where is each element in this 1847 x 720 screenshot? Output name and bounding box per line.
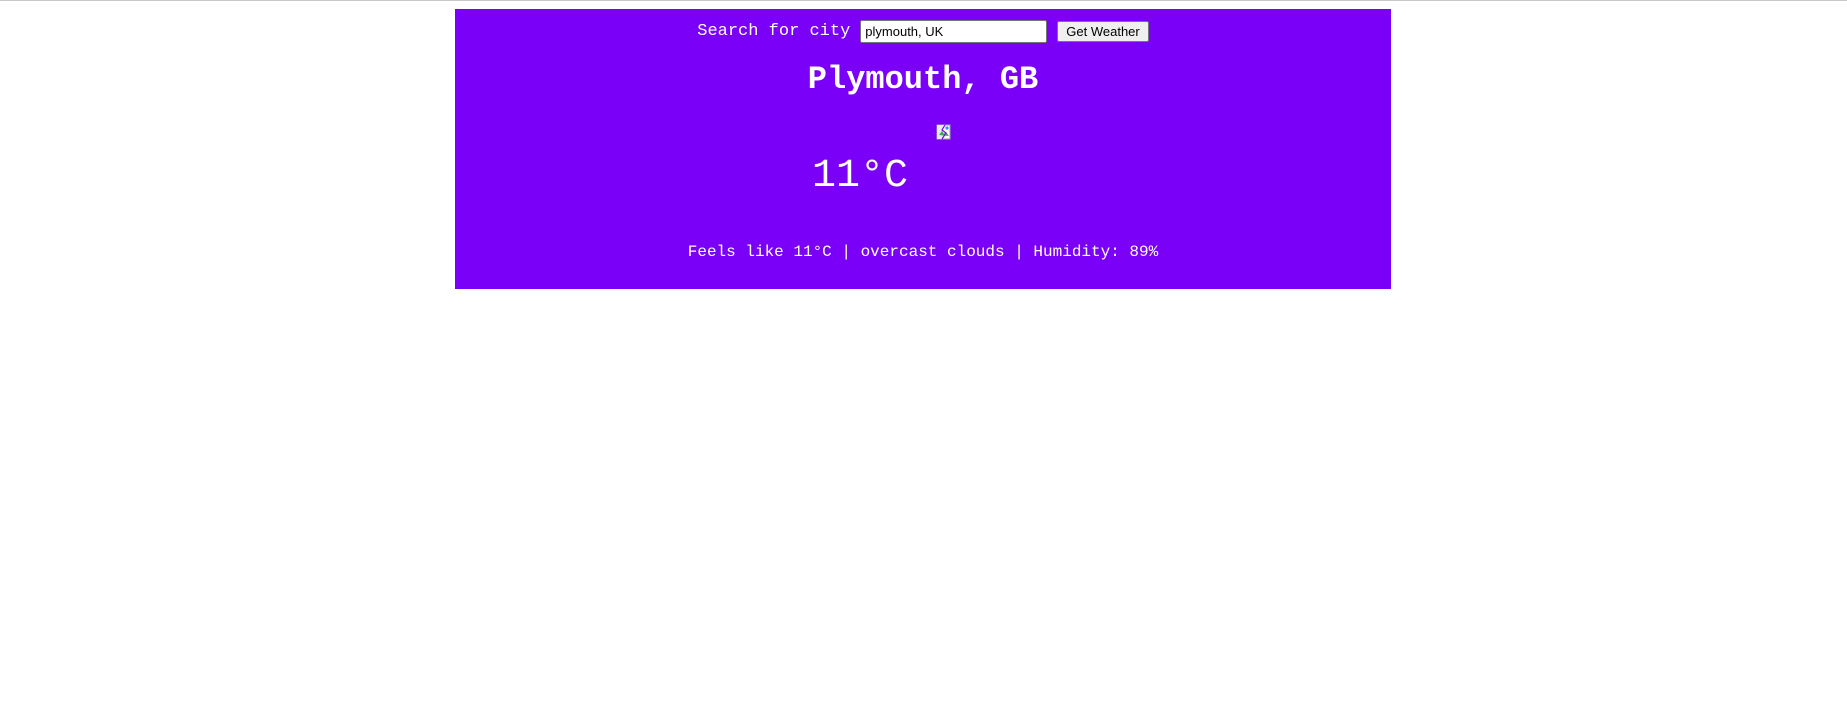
search-bar: Search for city Get Weather	[455, 19, 1391, 43]
weather-details: Feels like 11°C | overcast clouds | Humi…	[687, 243, 1159, 261]
city-search-input[interactable]	[860, 19, 1048, 43]
city-title: Plymouth, GB	[807, 61, 1039, 98]
get-weather-button[interactable]: Get Weather	[1057, 20, 1149, 42]
search-label: Search for city	[697, 21, 851, 41]
temperature-value: 11°C	[812, 154, 909, 199]
weather-card: Search for city Get Weather Plymouth, GB…	[455, 9, 1391, 289]
broken-image-icon	[936, 124, 951, 140]
window-top-border	[0, 0, 1847, 1]
